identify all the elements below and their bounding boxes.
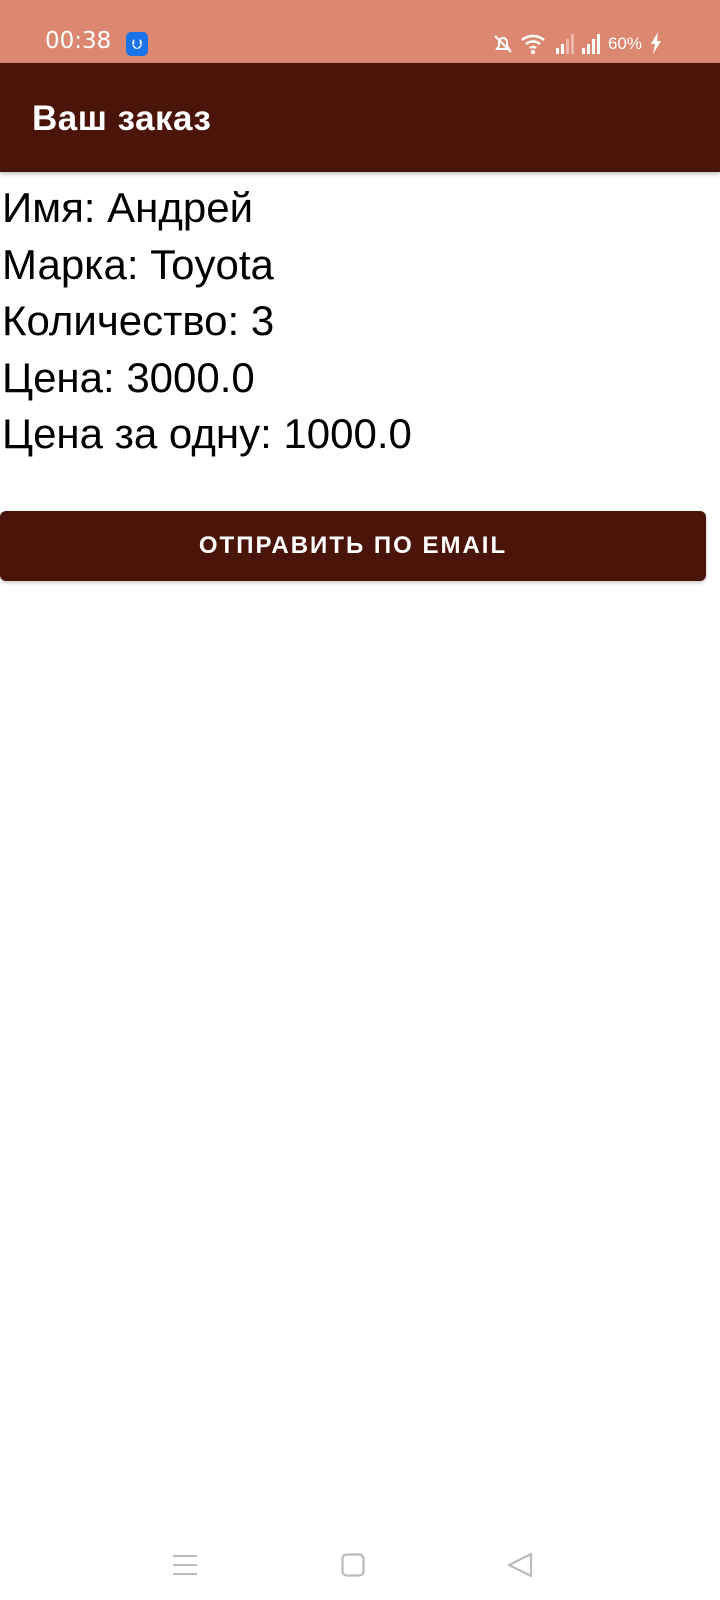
usb-icon: ⮋	[126, 32, 148, 56]
app-bar: Ваш заказ	[0, 63, 720, 172]
car-brand: Марка: Toyota	[2, 240, 274, 288]
status-bar: 00:38 ⮋ 60%	[0, 0, 720, 63]
clock: 00:38	[45, 28, 112, 54]
quantity: Количество: 3	[2, 297, 275, 344]
battery-level: 60%	[607, 34, 642, 53]
page-title: Ваш заказ	[32, 99, 212, 138]
order-summary: Имя: Андрей Марка: Toyota Количество: 3 …	[2, 180, 412, 463]
customer-name: Имя: Андрей	[2, 184, 254, 231]
charging-icon	[651, 32, 661, 54]
bell-off-icon	[494, 35, 512, 53]
navigation-bar	[0, 1520, 720, 1600]
home-icon[interactable]	[341, 1553, 365, 1582]
wifi-icon	[521, 34, 545, 54]
send-email-button[interactable]: ОТПРАВИТЬ ПО EMAIL	[0, 511, 706, 581]
menu-icon[interactable]	[172, 1554, 198, 1581]
total-price: Цена: 3000.0	[2, 353, 255, 401]
signal-icon	[581, 34, 600, 54]
unit-price: Цена за одну: 1000.0	[2, 410, 412, 457]
back-icon[interactable]	[507, 1552, 533, 1583]
signal-icon	[555, 34, 574, 54]
